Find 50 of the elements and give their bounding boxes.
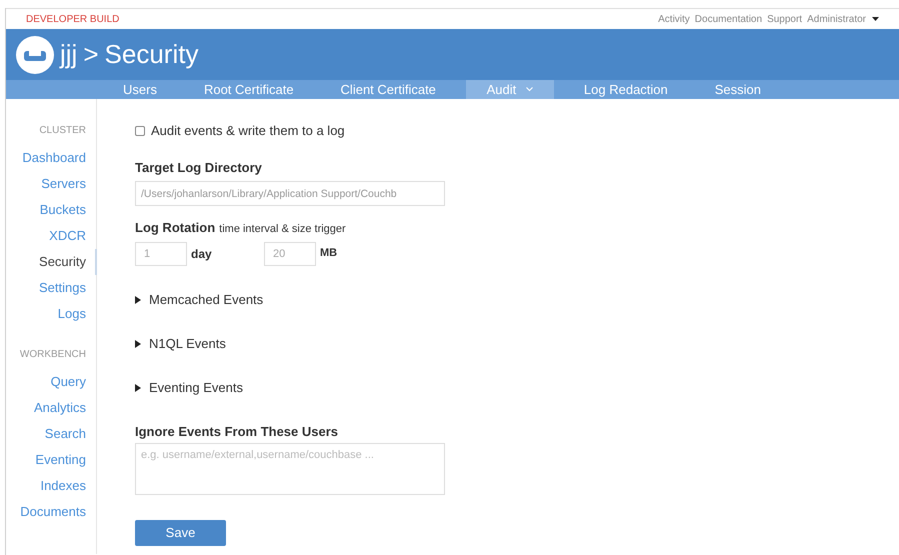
sidebar-item[interactable]: Indexes [40,473,86,499]
interval-field[interactable]: 1 [135,242,187,266]
save-button[interactable]: Save [135,520,226,546]
checkbox-label: Audit events & write them to a log [151,122,345,140]
sidebar-item[interactable]: Documents [20,499,86,525]
top-link[interactable]: Documentation [694,12,762,26]
tab[interactable]: Root Certificate [186,80,311,99]
sidebar-item[interactable]: Security [39,249,97,275]
users-field[interactable]: e.g. username/external,username/couchbase ... [135,443,445,495]
sidebar-item[interactable]: Logs [58,301,86,327]
section-toggle[interactable]: N1QL Events [135,332,445,356]
field-label: Target Log Directory [135,158,263,177]
user-menu[interactable]: Administrator [807,12,879,26]
sidebar-item[interactable]: Eventing [35,447,86,473]
sidebar-item[interactable]: Analytics [34,395,86,421]
sidebar-heading: CLUSTER [39,124,86,138]
field-label: Ignore Events From These Users [135,422,340,441]
page-title: Security [104,38,198,71]
triangle-icon [135,340,141,348]
triangle-icon [135,384,141,392]
sidebar-heading: WORKBENCH [20,348,86,362]
sidebar-item[interactable]: Settings [39,275,86,301]
audit-checkbox[interactable] [135,126,145,136]
field-hint: time interval & size trigger [219,222,346,237]
section-toggle[interactable]: Memcached Events [135,288,445,312]
tab[interactable]: Client Certificate [324,80,453,99]
section-toggle[interactable]: Eventing Events [135,376,445,400]
field-label: Log Rotation [135,219,216,237]
bucket-name[interactable]: jjj [60,35,78,74]
breadcrumb-separator: > [83,38,99,71]
sidebar-item[interactable]: Servers [41,171,86,197]
sidebar-item[interactable]: Dashboard [22,145,86,171]
sidebar-item[interactable]: Search [44,421,86,447]
tab[interactable]: Audit [466,80,554,99]
unit-label: MB [320,246,338,262]
sidebar-item[interactable]: XDCR [49,223,86,249]
tab[interactable]: Log Redaction [566,80,685,99]
top-link[interactable]: Support [767,12,802,26]
caret-icon [872,17,879,21]
size-field[interactable]: 20 [264,242,316,266]
sidebar-item[interactable]: Buckets [40,197,86,223]
directory-field[interactable]: /Users/johanlarson/Library/Application Support/Couchb [135,181,445,206]
triangle-icon [135,296,141,304]
tab[interactable]: Users [106,80,174,99]
top-link[interactable]: Activity [658,12,690,26]
unit-label: day [191,246,213,262]
sidebar-item[interactable]: Query [50,369,86,395]
tab[interactable]: Session [698,80,778,99]
logo-icon [16,36,54,74]
build-label: DEVELOPER BUILD [26,12,120,26]
